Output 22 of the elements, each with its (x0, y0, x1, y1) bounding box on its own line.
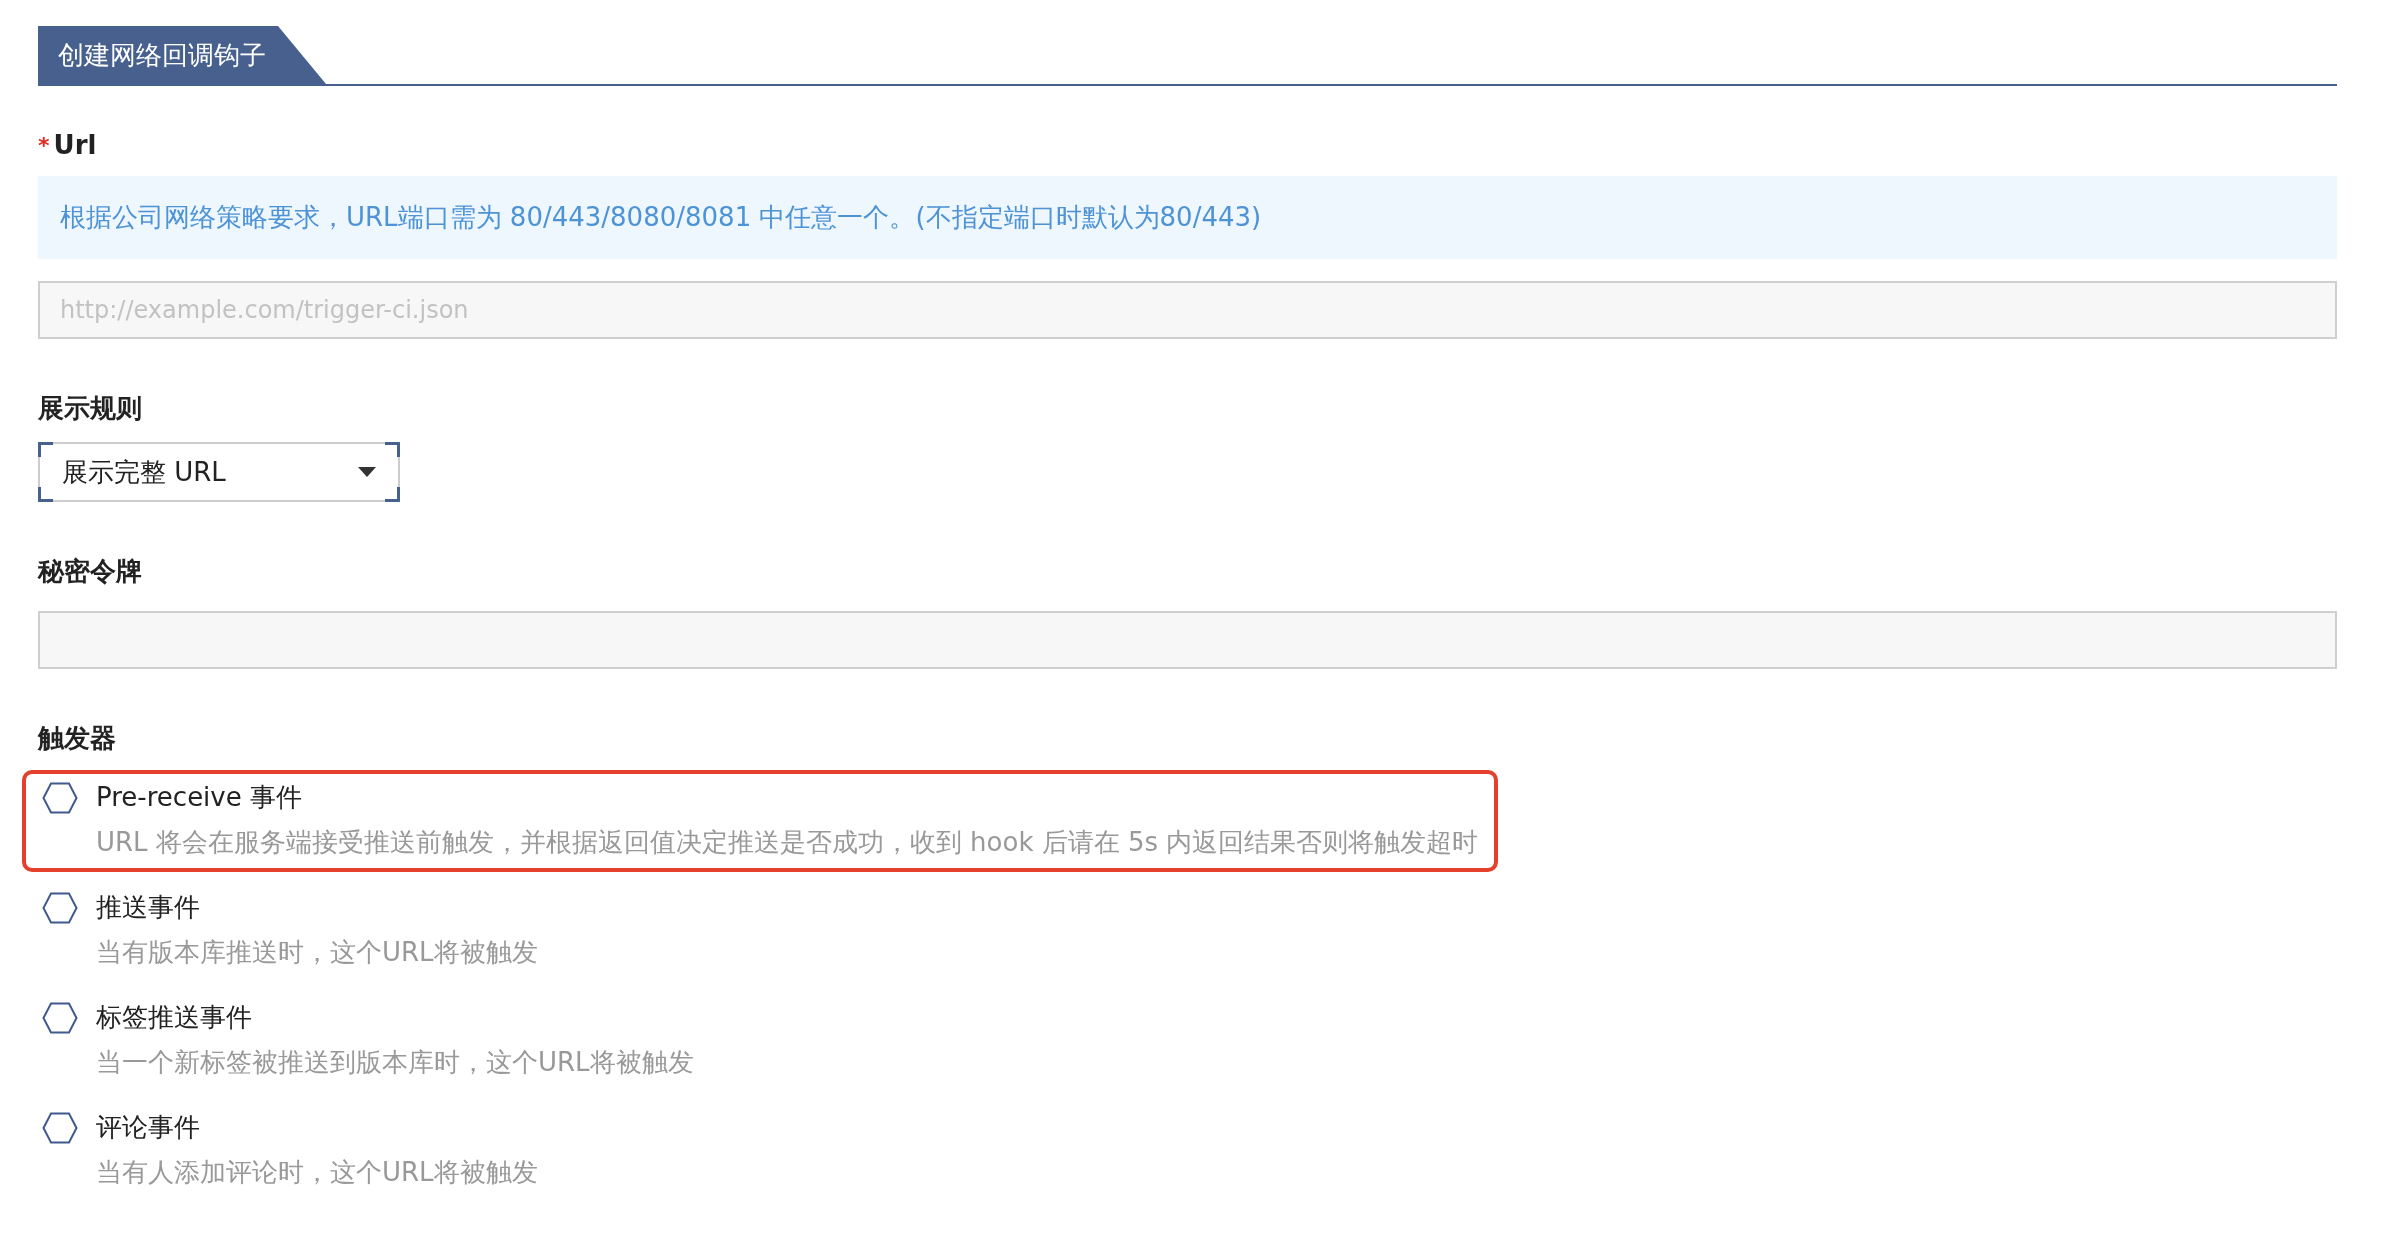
hexagon-checkbox[interactable] (42, 1111, 78, 1144)
trigger-description: 当有人添加评论时，这个URL将被触发 (96, 1156, 538, 1189)
hexagon-checkbox[interactable] (42, 781, 78, 814)
trigger-title: Pre-receive 事件 (96, 781, 302, 814)
section-title: 创建网络回调钩子 (38, 26, 326, 84)
trigger-title: 推送事件 (96, 891, 200, 924)
info-notice: 根据公司网络策略要求，URL端口需为 80/443/8080/8081 中任意一个。(不指定端口时默认为80/443) (38, 176, 2337, 259)
field-label: 触发器 (38, 722, 116, 755)
trigger-title: 标签推送事件 (96, 1001, 252, 1034)
trigger-title: 评论事件 (96, 1111, 200, 1144)
trigger-description: URL 将会在服务端接受推送前触发，并根据返回值决定推送是否成功，收到 hook 后请在 5s 内返回结果否则将触发超时 (96, 826, 1479, 859)
field-label: 展示规则 (38, 392, 142, 425)
caret-icon (358, 467, 376, 477)
trigger-description: 当有版本库推送时，这个URL将被触发 (96, 936, 538, 969)
field-label: Url (53, 130, 97, 160)
trigger-description: 当一个新标签被推送到版本库时，这个URL将被触发 (96, 1046, 694, 1079)
hexagon-checkbox[interactable] (42, 1001, 78, 1034)
required-mark: * (38, 132, 50, 158)
field-label: 秘密令牌 (38, 555, 142, 588)
display-rule-dropdown[interactable]: 展示完整 URL (38, 442, 400, 502)
hexagon-checkbox[interactable] (42, 891, 78, 924)
secret-token-input-field[interactable] (38, 611, 2337, 669)
